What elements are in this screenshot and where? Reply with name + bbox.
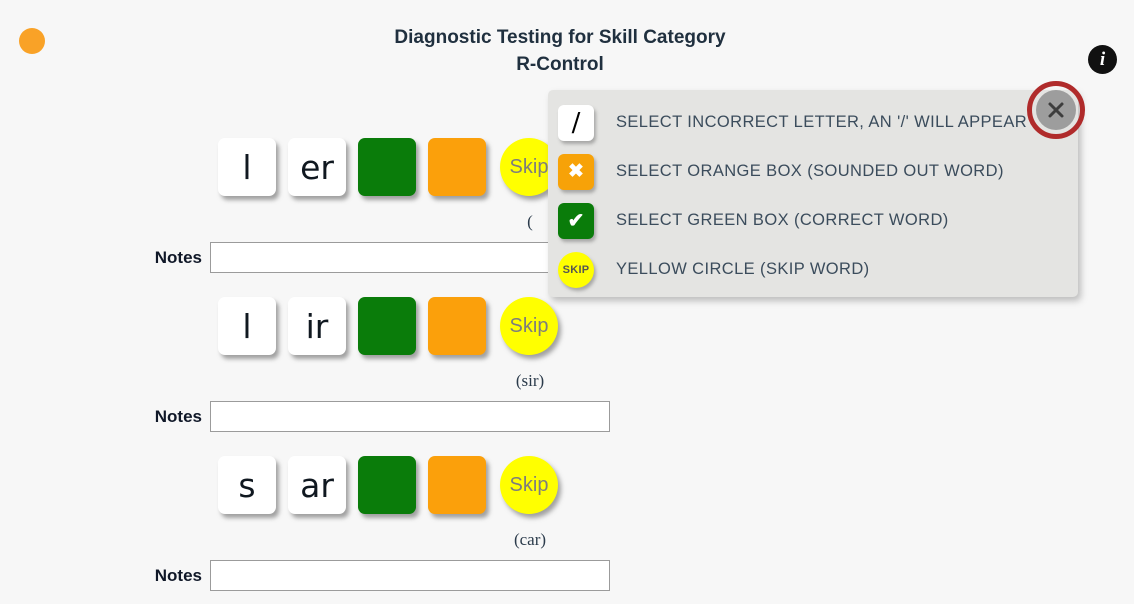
letter-tile[interactable]: l — [218, 297, 276, 355]
green-correct-box[interactable] — [358, 297, 416, 355]
letter-tile[interactable]: er — [288, 138, 346, 196]
word-tiles: s ar Skip — [218, 456, 558, 514]
legend-label: SELECT ORANGE BOX (SOUNDED OUT WORD) — [616, 162, 1004, 180]
legend-row-skip-circle: SKIP YELLOW CIRCLE (SKIP WORD) — [548, 245, 1078, 294]
green-check-icon: ✔ — [558, 202, 594, 239]
legend-popup: / SELECT INCORRECT LETTER, AN '/' WILL A… — [548, 90, 1078, 297]
legend-row-incorrect-letter: / SELECT INCORRECT LETTER, AN '/' WILL A… — [548, 98, 1078, 147]
word-answer-label: (sir) — [515, 371, 545, 390]
notes-input[interactable] — [210, 401, 610, 432]
letter-tile[interactable]: ar — [288, 456, 346, 514]
legend-label: YELLOW CIRCLE (SKIP WORD) — [616, 260, 870, 278]
orange-sounded-out-box[interactable] — [428, 297, 486, 355]
letter-tile[interactable]: s — [218, 456, 276, 514]
notes-row: Notes — [0, 401, 610, 432]
skip-circle-icon: SKIP — [558, 251, 594, 288]
notes-label: Notes — [154, 247, 202, 267]
legend-label: SELECT GREEN BOX (CORRECT WORD) — [616, 211, 949, 229]
notes-input[interactable] — [210, 560, 610, 591]
orange-sounded-out-box[interactable] — [428, 456, 486, 514]
letter-tile[interactable]: l — [218, 138, 276, 196]
word-tiles: l ir Skip — [218, 297, 558, 355]
legend-row-orange-box: ✖ SELECT ORANGE BOX (SOUNDED OUT WORD) — [548, 147, 1078, 196]
page-title-line-2: R-Control — [516, 54, 604, 75]
legend-row-green-box: ✔ SELECT GREEN BOX (CORRECT WORD) — [548, 196, 1078, 245]
info-icon[interactable]: i — [1088, 45, 1117, 74]
close-icon[interactable] — [1036, 90, 1076, 130]
green-correct-box[interactable] — [358, 456, 416, 514]
slash-tile-icon: / — [558, 104, 594, 141]
skip-button[interactable]: Skip — [500, 297, 558, 355]
word-answer-label: (car) — [513, 530, 547, 549]
letter-tile[interactable]: ir — [288, 297, 346, 355]
notes-label: Notes — [154, 406, 202, 426]
green-correct-box[interactable] — [358, 138, 416, 196]
notes-row: Notes — [0, 242, 610, 273]
legend-label: SELECT INCORRECT LETTER, AN '/' WILL APP… — [616, 113, 1028, 131]
page-title-line-1: Diagnostic Testing for Skill Category — [394, 27, 726, 48]
notes-row: Notes — [0, 560, 610, 591]
page-title: Diagnostic Testing for Skill Category R-… — [0, 24, 1120, 78]
orange-sounded-out-box[interactable] — [428, 138, 486, 196]
orange-x-icon: ✖ — [558, 153, 594, 190]
word-tiles: l er Skip — [218, 138, 558, 196]
notes-label: Notes — [154, 565, 202, 585]
skip-button[interactable]: Skip — [500, 456, 558, 514]
